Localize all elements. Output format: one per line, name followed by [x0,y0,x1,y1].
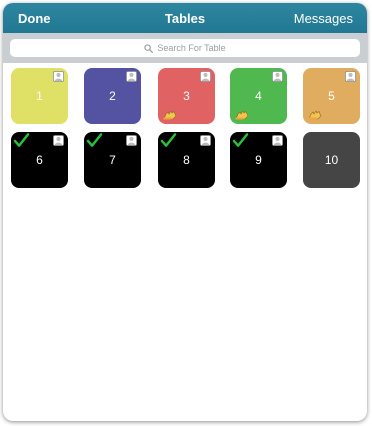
table-tile[interactable]: 5 [303,68,360,124]
search-input[interactable]: Search For Table [10,39,360,57]
search-bar: Search For Table [3,33,367,63]
checkmark-icon [13,133,30,147]
table-tile[interactable]: 1 [11,68,68,124]
table-tile[interactable]: 6 [11,132,68,188]
person-icon [53,71,64,82]
person-icon [345,71,356,82]
person-icon [53,135,64,146]
person-icon [272,71,283,82]
person-icon [272,135,283,146]
search-icon [144,43,154,53]
waving-hand-icon [235,110,249,120]
waving-hand-icon [308,110,322,120]
waving-hand-icon [163,110,177,120]
navigation-bar: Done Tables Messages [3,3,367,33]
checkmark-icon [232,133,249,147]
person-icon [200,135,211,146]
table-tile[interactable]: 9 [230,132,287,188]
person-icon [126,71,137,82]
person-icon [126,135,137,146]
table-tile[interactable]: 3 [158,68,215,124]
checkmark-icon [86,133,103,147]
search-placeholder: Search For Table [157,43,226,53]
table-tile[interactable]: 2 [84,68,141,124]
table-tile[interactable]: 7 [84,132,141,188]
messages-button[interactable]: Messages [294,11,353,26]
app-window: Done Tables Messages Search For Table 12… [3,3,367,421]
table-tile[interactable]: 10 [303,132,360,188]
done-button[interactable]: Done [18,11,51,26]
checkmark-icon [160,133,177,147]
person-icon [200,71,211,82]
table-tile[interactable]: 8 [158,132,215,188]
table-number: 10 [324,153,339,167]
table-tile[interactable]: 4 [230,68,287,124]
